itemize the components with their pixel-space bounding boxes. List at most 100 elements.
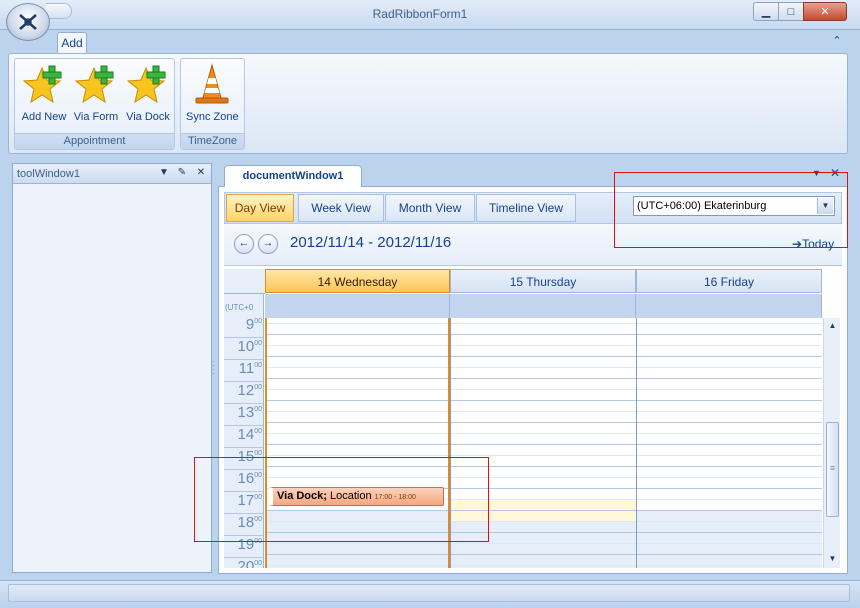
time-slot[interactable] [636,445,822,456]
time-slot[interactable] [450,379,636,390]
time-slot[interactable] [265,335,450,346]
via-form-button[interactable]: Via Form [70,62,122,130]
time-slot[interactable] [265,423,450,434]
time-slot[interactable] [636,456,822,467]
dropdown-arrow-icon[interactable]: ▼ [157,167,171,181]
time-slot[interactable] [636,346,822,357]
scroll-up-icon[interactable]: ▲ [827,321,838,331]
time-slot[interactable] [450,335,636,346]
time-slot[interactable] [450,423,636,434]
time-slot[interactable] [265,566,450,568]
time-slot[interactable] [636,500,822,511]
time-slot[interactable] [636,423,822,434]
time-slot[interactable] [450,368,636,379]
time-slot[interactable] [636,368,822,379]
time-slot[interactable] [636,357,822,368]
time-slot[interactable] [636,434,822,445]
corner-header [224,269,265,294]
time-slot[interactable] [636,412,822,423]
ribbon-tab-add[interactable]: Add [57,32,87,54]
time-slot[interactable] [265,324,450,335]
time-slot[interactable] [636,511,822,522]
time-slot[interactable] [636,555,822,566]
day-header-wednesday[interactable]: 14 Wednesday [265,269,450,293]
tab-day-view[interactable]: Day View [226,194,294,222]
application-menu-button[interactable] [6,3,50,41]
tool-window: toolWindow1 ▼ ✎ ✕ [12,163,212,573]
time-slot[interactable] [265,401,450,412]
time-slot[interactable] [450,390,636,401]
traffic-cone-icon [195,63,229,104]
sync-zone-button[interactable]: Sync Zone [186,62,239,130]
time-slot[interactable] [265,412,450,423]
tab-timeline-view[interactable]: Timeline View [476,194,576,222]
close-button[interactable]: ✕ [803,2,847,21]
time-slot[interactable] [450,555,636,566]
tab-document-window[interactable]: documentWindow1 [224,165,362,187]
time-slot[interactable] [265,357,450,368]
close-icon[interactable]: ✕ [194,167,208,181]
time-slot[interactable] [450,346,636,357]
all-day-cell[interactable] [265,294,450,318]
scroll-down-icon[interactable]: ▼ [827,554,838,564]
status-bar [0,580,860,608]
time-slot[interactable] [265,544,450,555]
pin-icon[interactable]: ✎ [175,167,189,181]
time-slot[interactable] [636,401,822,412]
time-slot[interactable] [636,522,822,533]
time-slot[interactable] [450,434,636,445]
timezone-ruler-label: (UTC+0 [225,303,254,312]
group-label-appointment: Appointment [15,133,174,149]
day-header-friday[interactable]: 16 Friday [636,269,822,293]
time-slot[interactable] [636,544,822,555]
time-slot[interactable] [450,357,636,368]
vertical-scrollbar[interactable]: ▲ ≡ ▼ [823,318,840,568]
window-title: RadRibbonForm1 [372,7,468,21]
day-column[interactable] [636,318,822,568]
scrollbar-thumb[interactable]: ≡ [826,422,839,517]
next-arrow-icon[interactable]: → [258,234,278,254]
splitter-handle[interactable]: · · · · [212,358,216,380]
highlight-box-appointment [194,457,489,542]
chevron-up-icon[interactable]: ⌃ [830,34,844,48]
add-new-button[interactable]: Add New [18,62,70,130]
via-dock-button[interactable]: Via Dock [122,62,174,130]
tool-window-title: toolWindow1 [17,168,80,180]
time-slot[interactable] [265,434,450,445]
time-slot[interactable] [450,544,636,555]
time-slot[interactable] [636,390,822,401]
time-slot[interactable] [636,489,822,500]
tab-week-view[interactable]: Week View [298,194,384,222]
time-slot[interactable] [636,533,822,544]
highlight-box-timezone [614,172,848,248]
time-slot[interactable] [636,335,822,346]
time-slot[interactable] [450,412,636,423]
time-slot[interactable] [265,379,450,390]
time-slot[interactable] [636,324,822,335]
time-slot[interactable] [265,390,450,401]
time-slot[interactable] [636,566,822,568]
time-slot[interactable] [265,368,450,379]
time-slot[interactable] [450,566,636,568]
time-slot[interactable] [636,379,822,390]
via-dock-label: Via Dock [126,111,170,123]
time-slot[interactable] [265,445,450,456]
time-slot[interactable] [636,478,822,489]
day-header-thursday[interactable]: 15 Thursday [450,269,636,293]
minimize-button[interactable]: ▁ [753,2,779,21]
time-slot[interactable] [450,401,636,412]
hour-label: 1000 [224,338,263,360]
all-day-cell[interactable] [450,294,636,318]
via-form-label: Via Form [73,111,119,123]
prev-arrow-icon[interactable]: ← [234,234,254,254]
time-slot[interactable] [265,346,450,357]
time-slot[interactable] [265,555,450,566]
time-slot[interactable] [450,324,636,335]
hour-label: 1100 [224,360,263,382]
all-day-cell[interactable] [636,294,822,318]
tab-month-view[interactable]: Month View [385,194,475,222]
maximize-button[interactable]: □ [778,2,804,21]
time-slot[interactable] [450,445,636,456]
hour-label: 900 [224,316,263,338]
time-slot[interactable] [636,467,822,478]
